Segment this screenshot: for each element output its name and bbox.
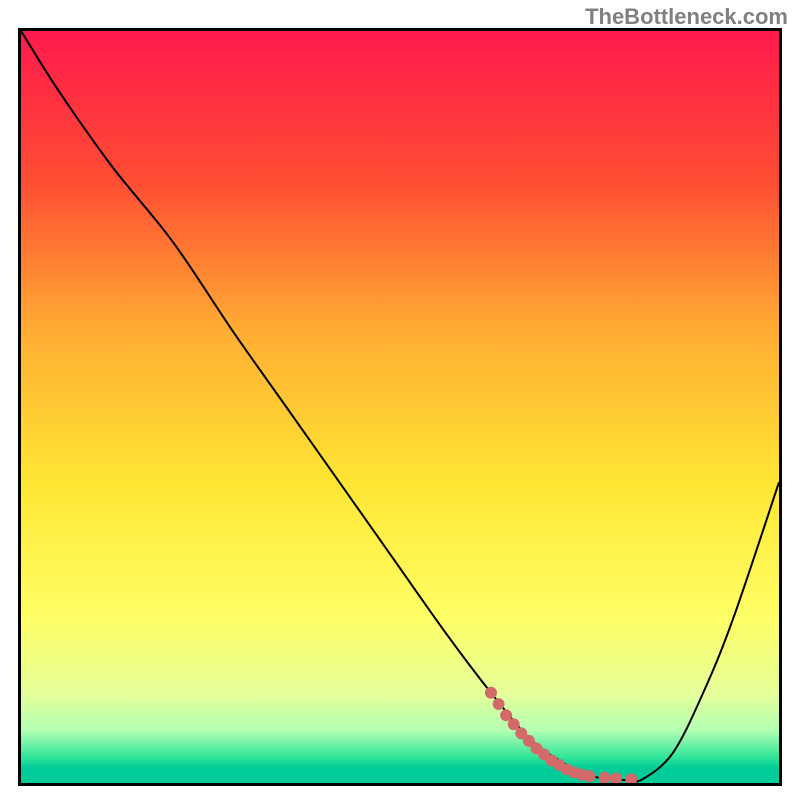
bottleneck-curve — [21, 31, 779, 781]
highlight-dot — [485, 687, 497, 699]
highlight-dot — [610, 773, 622, 783]
watermark-text: TheBottleneck.com — [585, 4, 788, 30]
highlight-dot — [493, 698, 505, 710]
highlight-dot — [584, 770, 596, 782]
highlight-dots — [485, 687, 637, 783]
plot-area — [18, 28, 782, 786]
highlight-dot — [599, 772, 611, 783]
highlight-dot — [625, 773, 637, 783]
chart-container: TheBottleneck.com — [0, 0, 800, 800]
curve-overlay — [21, 31, 779, 783]
